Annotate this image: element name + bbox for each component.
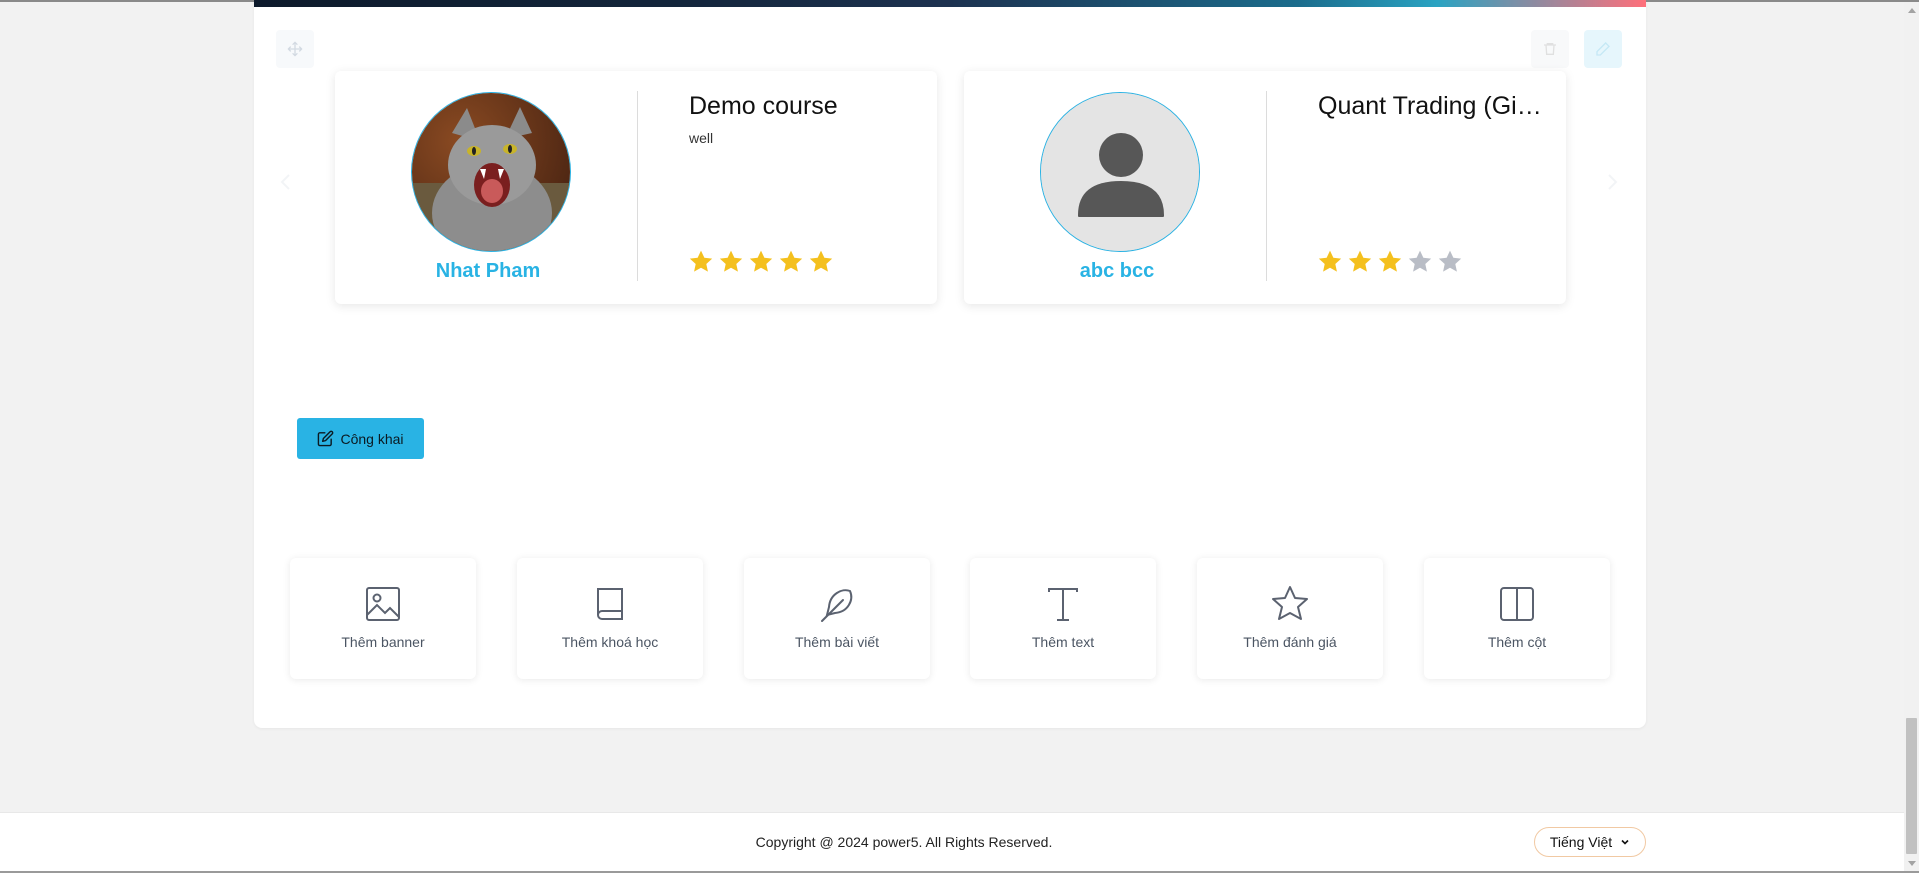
edit-block-button[interactable] <box>1584 30 1622 68</box>
reviewer-section: Nhat Pham <box>335 71 637 304</box>
scroll-down-icon <box>1907 860 1916 866</box>
star-icon <box>1272 586 1308 620</box>
language-label: Tiếng Việt <box>1549 834 1613 850</box>
add-review-button[interactable]: Thêm đánh giá <box>1197 558 1383 679</box>
cat-photo-icon <box>412 93 570 251</box>
footer: Copyright @ 2024 power5. All Rights Rese… <box>0 812 1904 871</box>
review-card[interactable]: Nhat Pham Demo course well <box>335 71 937 304</box>
edit-icon <box>318 430 334 447</box>
star-filled-icon <box>719 250 743 272</box>
add-course-button[interactable]: Thêm khoá học <box>517 558 703 679</box>
star-filled-icon <box>1318 250 1342 272</box>
banner-image-edge <box>254 0 1646 7</box>
content-panel: Nhat Pham Demo course well abc bcc Quant… <box>254 0 1646 728</box>
publish-button-label: Công khai <box>340 430 404 447</box>
star-rating <box>688 249 834 275</box>
pencil-icon <box>1596 42 1610 56</box>
reviewer-name: Nhat Pham <box>435 260 541 282</box>
add-review-label: Thêm đánh giá <box>1243 634 1337 650</box>
star-empty-icon <box>1408 250 1432 272</box>
move-icon <box>287 41 303 57</box>
course-title: Quant Trading (Gia... <box>1318 92 1548 120</box>
add-column-label: Thêm cột <box>1487 634 1547 650</box>
carousel-next-icon[interactable] <box>1600 170 1624 194</box>
scroll-up-button[interactable] <box>1904 2 1919 17</box>
add-banner-label: Thêm banner <box>341 634 425 650</box>
star-filled-icon <box>749 250 773 272</box>
add-text-label: Thêm text <box>1031 634 1095 650</box>
add-banner-button[interactable]: Thêm banner <box>290 558 476 679</box>
review-text: well <box>689 130 714 146</box>
star-filled-icon <box>689 250 713 272</box>
chevron-down-icon <box>1621 839 1629 845</box>
star-empty-icon <box>1438 250 1462 272</box>
add-post-label: Thêm bài viết <box>794 634 880 650</box>
scroll-thumb[interactable] <box>1906 718 1917 854</box>
star-filled-icon <box>1348 250 1372 272</box>
course-title: Demo course <box>689 92 838 120</box>
star-filled-icon <box>1378 250 1402 272</box>
card-divider <box>1266 91 1267 281</box>
book-icon <box>597 588 623 620</box>
avatar <box>1040 92 1200 252</box>
publish-button[interactable]: Công khai <box>297 418 424 459</box>
default-user-icon <box>1041 93 1199 251</box>
drag-handle[interactable] <box>276 30 314 68</box>
carousel-prev-icon[interactable] <box>274 170 298 194</box>
trash-icon <box>1544 43 1556 55</box>
star-rating <box>1317 249 1463 275</box>
scroll-down-button[interactable] <box>1904 856 1919 871</box>
add-course-label: Thêm khoá học <box>561 634 659 650</box>
avatar <box>411 92 571 252</box>
delete-block-button[interactable] <box>1531 30 1569 68</box>
star-filled-icon <box>809 250 833 272</box>
reviewer-name: abc bcc <box>1079 260 1155 282</box>
add-column-button[interactable]: Thêm cột <box>1424 558 1610 679</box>
review-card[interactable]: abc bcc Quant Trading (Gia... <box>964 71 1566 304</box>
page-scrollbar[interactable] <box>1904 2 1919 871</box>
add-post-button[interactable]: Thêm bài viết <box>744 558 930 679</box>
card-divider <box>637 91 638 281</box>
language-selector[interactable]: Tiếng Việt <box>1534 827 1646 857</box>
columns-icon <box>1500 587 1534 621</box>
text-icon <box>1048 588 1078 621</box>
image-icon <box>366 587 400 621</box>
add-text-button[interactable]: Thêm text <box>970 558 1156 679</box>
star-filled-icon <box>779 250 803 272</box>
scroll-up-icon <box>1907 7 1916 13</box>
reviewer-section: abc bcc <box>964 71 1266 304</box>
feather-icon <box>821 589 853 622</box>
